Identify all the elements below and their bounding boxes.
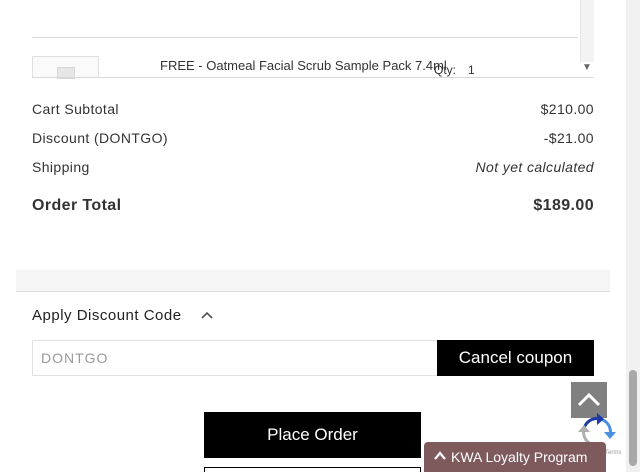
divider xyxy=(16,291,610,292)
section-separator xyxy=(16,270,610,292)
chevron-up-icon xyxy=(434,451,446,460)
cart-list-scrollbar[interactable] xyxy=(580,0,594,62)
loyalty-program-tab[interactable]: KWA Loyalty Program xyxy=(424,442,606,472)
apply-discount-toggle[interactable]: Apply Discount Code xyxy=(32,307,182,324)
recaptcha-terms-link[interactable]: Terms xyxy=(605,450,621,456)
subtotal-value: $210.00 xyxy=(540,101,594,117)
shipping-value: Not yet calculated xyxy=(475,159,594,175)
scrollbar-thumb[interactable] xyxy=(629,370,637,466)
cart-item-list: FREE - Oatmeal Facial Scrub Sample Pack … xyxy=(32,0,594,79)
place-order-button[interactable]: Place Order xyxy=(204,412,421,458)
page-scrollbar[interactable] xyxy=(626,0,640,472)
chevron-up-icon[interactable] xyxy=(199,307,215,323)
dropdown-arrow-icon[interactable]: ▼ xyxy=(582,62,592,73)
shipping-label: Shipping xyxy=(32,159,90,175)
discount-label: Discount (DONTGO) xyxy=(32,130,168,146)
cancel-coupon-button[interactable]: Cancel coupon xyxy=(437,340,594,376)
order-total-label: Order Total xyxy=(32,197,122,214)
secondary-button[interactable] xyxy=(204,467,421,472)
subtotal-label: Cart Subtotal xyxy=(32,101,119,117)
item-name: FREE - Oatmeal Facial Scrub Sample Pack … xyxy=(160,58,447,73)
loyalty-program-label: KWA Loyalty Program xyxy=(451,449,588,465)
discount-value: -$21.00 xyxy=(543,130,594,146)
divider xyxy=(32,77,594,78)
item-thumbnail xyxy=(32,56,99,79)
order-total-value: $189.00 xyxy=(533,197,594,214)
divider xyxy=(32,37,578,38)
qty-label: Qty: xyxy=(434,63,457,77)
discount-code-input[interactable] xyxy=(32,340,438,376)
qty-select[interactable]: 1 xyxy=(468,63,475,77)
